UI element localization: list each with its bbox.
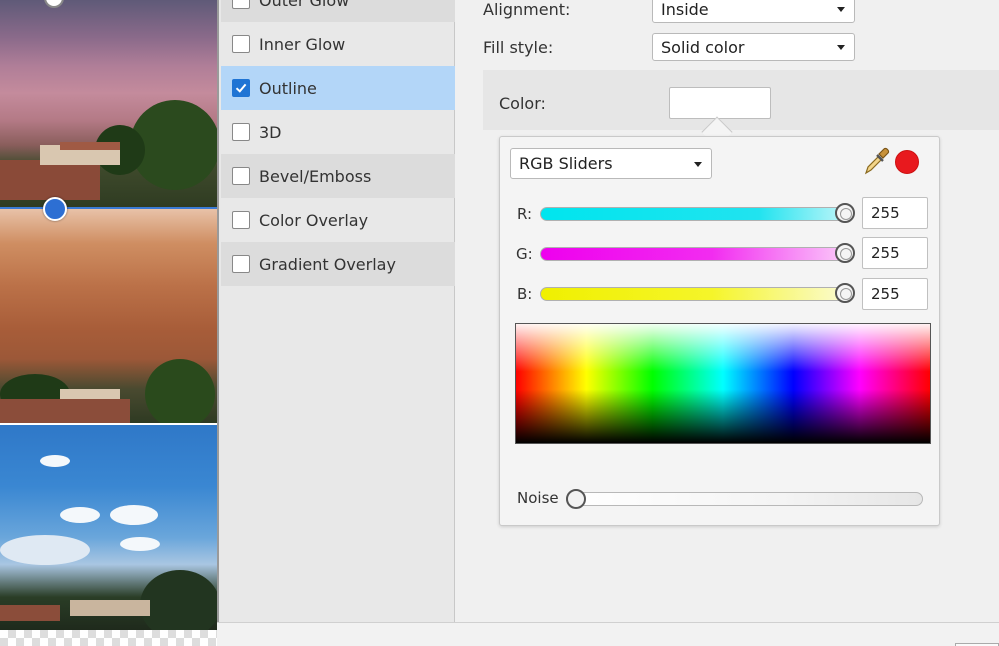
noise-slider-track[interactable]	[566, 492, 923, 506]
effect-item-3d[interactable]: 3D	[221, 110, 455, 154]
effect-label: Color Overlay	[259, 210, 369, 230]
effect-item-color-overlay[interactable]: Color Overlay	[221, 198, 455, 242]
alignment-dropdown[interactable]: Inside	[652, 0, 855, 23]
chevron-down-icon	[837, 45, 845, 50]
effect-label: Inner Glow	[259, 34, 346, 54]
outer-glow-checkbox[interactable]	[232, 0, 250, 9]
color-overlay-checkbox[interactable]	[232, 211, 250, 229]
3d-checkbox[interactable]	[232, 123, 250, 141]
green-channel-label: G:	[516, 245, 533, 263]
color-spectrum-field[interactable]	[515, 323, 931, 444]
blue-channel-label: B:	[517, 285, 533, 303]
noise-slider-thumb[interactable]	[566, 489, 586, 509]
split-handle[interactable]	[43, 197, 67, 221]
inner-glow-checkbox[interactable]	[232, 35, 250, 53]
picker-mode-dropdown[interactable]: RGB Sliders	[510, 148, 712, 179]
checkmark-icon	[235, 83, 247, 93]
alignment-label: Alignment:	[483, 0, 571, 19]
chevron-down-icon	[694, 162, 702, 167]
green-value-input[interactable]: 255	[862, 237, 928, 269]
blue-slider-thumb[interactable]	[835, 283, 855, 303]
effect-label: 3D	[259, 122, 282, 142]
noise-label: Noise	[517, 489, 559, 507]
current-color-indicator[interactable]	[895, 150, 919, 174]
red-slider-track[interactable]	[540, 207, 853, 221]
effect-item-inner-glow[interactable]: Inner Glow	[221, 22, 455, 66]
blue-slider-track[interactable]	[540, 287, 853, 301]
effect-label: Outer Glow	[259, 0, 350, 10]
effect-item-bevel-emboss[interactable]: Bevel/Emboss	[221, 154, 455, 198]
gradient-overlay-checkbox[interactable]	[232, 255, 250, 273]
eyedropper-icon[interactable]	[862, 146, 892, 176]
alignment-value: Inside	[661, 0, 709, 19]
effect-item-outer-glow[interactable]: Outer Glow	[221, 0, 455, 22]
fill-style-dropdown[interactable]: Solid color	[652, 33, 855, 61]
photo-comparison-strip	[0, 0, 217, 646]
effect-label: Gradient Overlay	[259, 254, 396, 274]
split-line	[0, 207, 217, 209]
preview-image-blue-sky	[0, 425, 217, 630]
outline-checkbox[interactable]	[232, 79, 250, 97]
chevron-down-icon	[837, 7, 845, 12]
dialog-bottom-bar	[217, 622, 999, 646]
bevel-emboss-checkbox[interactable]	[232, 167, 250, 185]
effect-label: Bevel/Emboss	[259, 166, 372, 186]
effects-list: Outer Glow Inner Glow Outline 3D Bevel/E…	[217, 0, 455, 622]
preview-image-purple-storm	[0, 0, 217, 207]
effect-label: Outline	[259, 78, 317, 98]
transparency-checkerboard	[0, 630, 217, 646]
effect-item-outline[interactable]: Outline	[221, 66, 455, 110]
color-swatch[interactable]	[669, 87, 771, 119]
fill-style-label: Fill style:	[483, 38, 554, 57]
fill-style-value: Solid color	[661, 37, 745, 57]
picker-mode-value: RGB Sliders	[519, 154, 613, 173]
effect-item-gradient-overlay[interactable]: Gradient Overlay	[221, 242, 455, 286]
red-channel-label: R:	[517, 205, 533, 223]
blue-value-input[interactable]: 255	[862, 278, 928, 310]
green-slider-track[interactable]	[540, 247, 853, 261]
red-value-input[interactable]: 255	[862, 197, 928, 229]
red-slider-thumb[interactable]	[835, 203, 855, 223]
preview-image-dust-storm	[0, 209, 217, 423]
color-label: Color:	[499, 94, 546, 113]
green-slider-thumb[interactable]	[835, 243, 855, 263]
